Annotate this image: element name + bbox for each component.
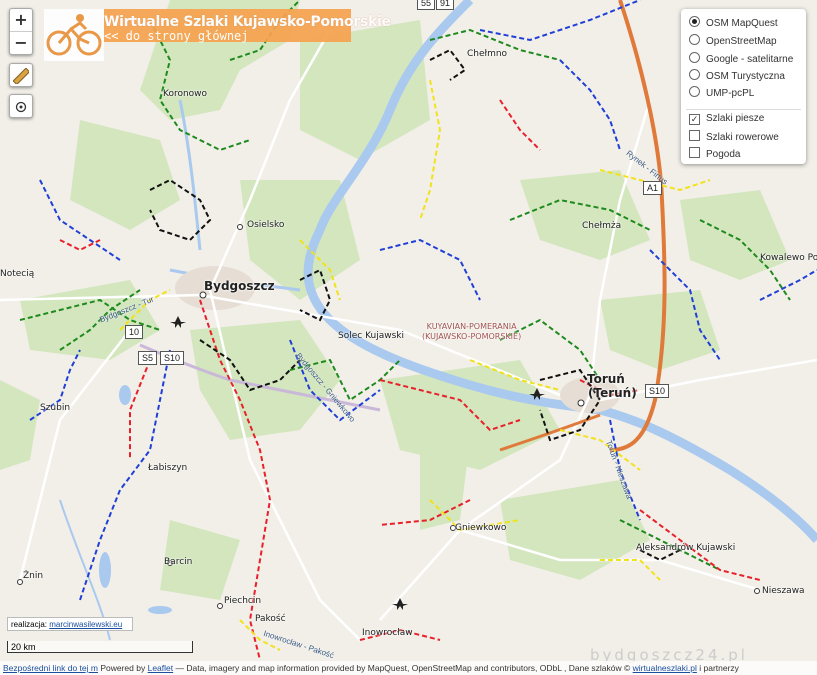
place-bydgoszcz: Bydgoszcz [204, 279, 275, 293]
measure-button[interactable] [9, 63, 33, 87]
radio-icon[interactable] [689, 69, 700, 80]
overlay-szlaki-rowerowe[interactable]: Szlaki rowerowe [689, 130, 779, 143]
site-title: Wirtualne Szlaki Kujawsko-Pomorskie [104, 14, 391, 30]
region-label-line2: (KUJAWSKO-POMORSKIE) [422, 332, 522, 341]
zoom-control: + − [9, 8, 33, 55]
partners-text: i partnerzy [696, 663, 739, 673]
region-label-line1: KUYAVIAN-POMERANIA [426, 322, 517, 331]
layer-label: Google - satelitarne [706, 54, 794, 65]
leaflet-link[interactable]: Leaflet [148, 663, 174, 673]
layer-label: OSM MapQuest [706, 18, 778, 29]
place-chelmza: Chełmża [582, 221, 622, 231]
shield-s10-east: S10 [645, 384, 670, 398]
radio-icon[interactable] [689, 16, 700, 27]
checkbox-checked-icon[interactable]: ✓ [689, 114, 700, 125]
place-gniewkowo: Gniewkowo [455, 523, 507, 533]
overlay-pogoda[interactable]: Pogoda [689, 147, 740, 160]
back-home-link[interactable]: << do strony głównej [104, 29, 249, 43]
layer-google-satellite[interactable]: Google - satelitarne [689, 52, 793, 65]
layer-label: UMP-pcPL [706, 88, 755, 99]
place-aleksandrow: Aleksandrów Kujawski [636, 543, 736, 553]
region-label: KUYAVIAN-POMERANIA (KUJAWSKO-POMORSKIE) [422, 322, 521, 342]
place-notecia: Notecią [0, 269, 35, 279]
radio-icon[interactable] [689, 34, 700, 45]
place-labiszyn: Łabiszyn [148, 463, 188, 473]
place-solec: Solec Kujawski [338, 331, 405, 341]
title-banner: Wirtualne Szlaki Kujawsko-Pomorskie << d… [44, 9, 391, 61]
place-koronowo: Koronowo [163, 89, 208, 99]
place-chelmno: Chełmno [467, 49, 508, 59]
powered-text: Powered by [97, 663, 148, 673]
place-nieszawa: Nieszawa [762, 586, 805, 596]
place-torun: Toruń [587, 372, 625, 386]
shield-top1: 55 [417, 0, 436, 10]
direct-link[interactable]: Bezpośredni link do tej m [3, 663, 98, 673]
place-inowroclaw: Inowrocław [362, 628, 413, 638]
cyclist-icon [46, 14, 102, 56]
layer-label: OSM Turystyczna [706, 71, 785, 82]
layer-label: OpenStreetMap [706, 36, 777, 47]
radio-icon[interactable] [689, 52, 700, 63]
overlay-label: Szlaki piesze [706, 113, 765, 124]
ruler-icon [12, 67, 31, 86]
shield-s5: S5 [138, 351, 158, 365]
place-barcin: Barcin [164, 557, 193, 567]
locate-icon [15, 101, 27, 112]
zoom-out-button[interactable]: − [10, 32, 32, 54]
layer-openstreetmap[interactable]: OpenStreetMap [689, 34, 777, 47]
credits-label: realizacja: [11, 620, 48, 629]
place-szubin: Szubin [40, 403, 71, 413]
place-kowalewo: Kowalewo Po [760, 253, 817, 263]
place-pakosc: Pakość [255, 614, 286, 624]
radio-icon[interactable] [689, 86, 700, 97]
place-torun-alt: (Teruń) [588, 386, 637, 400]
scale-bar: 20 km [7, 641, 193, 653]
zoom-in-button[interactable]: + [10, 9, 32, 32]
overlay-label: Szlaki rowerowe [706, 132, 779, 143]
checkbox-icon[interactable] [689, 130, 700, 141]
layer-separator [686, 109, 801, 110]
credits-link[interactable]: marcinwasilewski.eu [49, 620, 122, 629]
credits-box: realizacja: marcinwasilewski.eu [7, 617, 133, 631]
layer-osm-turystyczna[interactable]: OSM Turystyczna [689, 69, 785, 82]
place-znin: Żnin [23, 571, 44, 581]
checkbox-icon[interactable] [689, 147, 700, 158]
layer-osm-mapquest[interactable]: OSM MapQuest [689, 16, 778, 29]
place-piechcin: Piechcin [224, 596, 262, 606]
cyclist-logo [44, 9, 104, 61]
lakes [99, 385, 172, 614]
trails-link[interactable]: wirtualneszlaki.pl [633, 663, 697, 673]
overlay-label: Pogoda [706, 149, 741, 160]
overlay-szlaki-piesze[interactable]: ✓ Szlaki piesze [689, 113, 764, 125]
shield-top2: 91 [436, 0, 455, 10]
shield-a1: A1 [643, 181, 663, 195]
layer-ump-pcpl[interactable]: UMP-pcPL [689, 86, 754, 99]
shield-10: 10 [125, 325, 144, 339]
shield-s10-west: S10 [160, 351, 185, 365]
data-attribution-text: — Data, imagery and map information prov… [173, 663, 633, 673]
locate-button[interactable] [9, 94, 33, 118]
attribution-bar: Bezpośredni link do tej m Powered by Lea… [0, 661, 817, 675]
place-osielsko: Osielsko [247, 220, 285, 230]
layer-switcher: OSM MapQuest OpenStreetMap Google - sate… [681, 9, 806, 164]
